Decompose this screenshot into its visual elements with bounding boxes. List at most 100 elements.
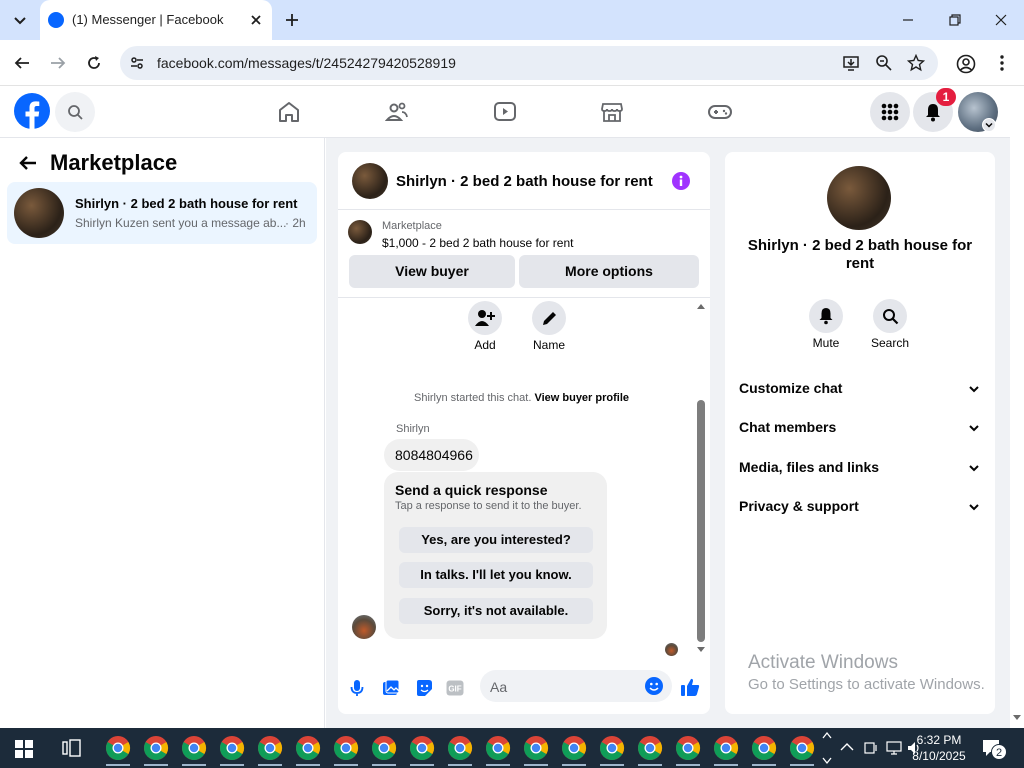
info-icon[interactable] xyxy=(672,172,690,190)
new-tab-button[interactable] xyxy=(283,11,301,29)
taskbar-chrome-window-icon[interactable] xyxy=(484,734,512,766)
media-files-links-section[interactable]: Media, files and links xyxy=(739,459,981,479)
taskbar-chrome-window-icon[interactable] xyxy=(142,734,170,766)
chat-members-section[interactable]: Chat members xyxy=(739,419,981,439)
mute-button[interactable] xyxy=(809,299,843,333)
minimize-icon[interactable] xyxy=(900,12,916,28)
back-arrow-icon[interactable] xyxy=(18,154,38,172)
info-avatar[interactable] xyxy=(827,166,891,230)
message-input[interactable]: Aa xyxy=(480,670,672,702)
sender-avatar[interactable] xyxy=(352,615,376,639)
forward-icon[interactable] xyxy=(49,54,67,72)
notification-center-badge: 2 xyxy=(991,744,1007,760)
taskbar-chrome-window-icon[interactable] xyxy=(446,734,474,766)
restore-icon[interactable] xyxy=(947,12,963,28)
privacy-support-section[interactable]: Privacy & support xyxy=(739,498,981,518)
running-indicator xyxy=(334,764,358,766)
listing-thumbnail[interactable] xyxy=(348,220,372,244)
windows-start-icon[interactable] xyxy=(15,740,33,758)
bookmark-star-icon[interactable] xyxy=(907,54,925,72)
add-person-button[interactable] xyxy=(468,301,502,335)
tab-messenger[interactable]: (1) Messenger | Facebook xyxy=(40,0,272,40)
profile-icon[interactable] xyxy=(956,54,976,74)
taskbar-chrome-window-icon[interactable] xyxy=(674,734,702,766)
back-icon[interactable] xyxy=(13,54,31,72)
chat-scrollbar-thumb[interactable] xyxy=(697,400,705,642)
taskbar-chrome-window-icon[interactable] xyxy=(104,734,132,766)
running-indicator xyxy=(410,764,434,766)
network-icon[interactable] xyxy=(886,740,902,756)
taskbar-chrome-window-icon[interactable] xyxy=(218,734,246,766)
marketplace-icon[interactable] xyxy=(600,100,624,124)
chat-avatar[interactable] xyxy=(352,163,388,199)
listing-price[interactable]: $1,000 - 2 bed 2 bath house for rent xyxy=(382,236,573,250)
scroll-down-icon[interactable] xyxy=(697,646,705,654)
message-text: 8084804966 xyxy=(395,447,473,463)
customize-chat-section[interactable]: Customize chat xyxy=(739,380,981,400)
message-bubble[interactable]: 8084804966 xyxy=(384,439,479,471)
edit-name-button[interactable] xyxy=(532,301,566,335)
listing-label: Marketplace xyxy=(382,220,442,232)
taskbar-chrome-window-icon[interactable] xyxy=(712,734,740,766)
taskbar-chrome-window-icon[interactable] xyxy=(522,734,550,766)
page-scroll-down-icon[interactable] xyxy=(1012,714,1022,722)
gif-icon[interactable]: GIF xyxy=(446,680,464,696)
conversation-item[interactable]: Shirlyn · 2 bed 2 bath house for rent Sh… xyxy=(7,182,317,244)
taskbar-chrome-window-icon[interactable] xyxy=(256,734,284,766)
address-bar[interactable]: facebook.com/messages/t/2452427942052891… xyxy=(120,46,938,80)
chrome-menu-icon[interactable] xyxy=(994,53,1010,73)
taskbar-chrome-window-icon[interactable] xyxy=(180,734,208,766)
taskbar-chrome-window-icon[interactable] xyxy=(750,734,778,766)
taskbar-scroll-icon[interactable] xyxy=(822,731,832,765)
taskbar-chrome-window-icon[interactable] xyxy=(408,734,436,766)
tray-device-icon[interactable] xyxy=(864,740,878,756)
taskbar-clock[interactable]: 6:32 PM 8/10/2025 xyxy=(904,732,974,764)
like-icon[interactable] xyxy=(680,677,700,697)
tab-close-icon[interactable] xyxy=(248,12,264,28)
running-indicator xyxy=(106,764,130,766)
taskbar-chrome-window-icon[interactable] xyxy=(560,734,588,766)
gaming-icon[interactable] xyxy=(707,100,733,124)
quick-reply-in-talks-button[interactable]: In talks. I'll let you know. xyxy=(399,562,593,588)
view-buyer-button[interactable]: View buyer xyxy=(349,255,515,288)
taskbar-chrome-window-icon[interactable] xyxy=(636,734,664,766)
conversation-list-panel: Marketplace Shirlyn · 2 bed 2 bath house… xyxy=(0,138,325,728)
search-button[interactable] xyxy=(55,92,95,132)
microphone-icon[interactable] xyxy=(350,679,364,697)
taskbar-chrome-window-icon[interactable] xyxy=(332,734,360,766)
taskbar-chrome-window-icon[interactable] xyxy=(598,734,626,766)
url-text: facebook.com/messages/t/2452427942052891… xyxy=(157,55,456,71)
quick-reply-not-available-button[interactable]: Sorry, it's not available. xyxy=(399,598,593,624)
search-conversation-button[interactable] xyxy=(873,299,907,333)
reload-icon[interactable] xyxy=(85,54,103,72)
task-view-icon[interactable] xyxy=(62,739,82,757)
facebook-logo-icon[interactable] xyxy=(14,93,50,129)
menu-button[interactable] xyxy=(870,92,910,132)
install-app-icon[interactable] xyxy=(842,54,860,72)
taskbar-chrome-window-icon[interactable] xyxy=(788,734,816,766)
page-title: Marketplace xyxy=(50,150,178,175)
friends-icon[interactable] xyxy=(385,100,409,124)
account-chevron-icon[interactable] xyxy=(982,118,996,132)
taskbar-chrome-window-icon[interactable] xyxy=(370,734,398,766)
video-icon[interactable] xyxy=(493,100,517,124)
more-options-button[interactable]: More options xyxy=(519,255,699,288)
scroll-up-icon[interactable] xyxy=(697,302,705,310)
site-info-icon[interactable] xyxy=(129,55,145,71)
running-indicator xyxy=(524,764,548,766)
hidden-icons-chevron-icon[interactable] xyxy=(840,742,854,752)
taskbar-chrome-window-icon[interactable] xyxy=(294,734,322,766)
tab-search-button[interactable] xyxy=(10,10,30,30)
home-icon[interactable] xyxy=(277,100,301,124)
quick-reply-yes-button[interactable]: Yes, are you interested? xyxy=(399,527,593,553)
zoom-icon[interactable] xyxy=(875,54,893,72)
view-buyer-profile-link[interactable]: View buyer profile xyxy=(534,392,629,404)
running-indicator xyxy=(600,764,624,766)
photo-icon[interactable] xyxy=(382,679,400,697)
close-window-icon[interactable] xyxy=(993,12,1009,28)
chat-header: Shirlyn · 2 bed 2 bath house for rent xyxy=(338,152,710,210)
sticker-icon[interactable] xyxy=(415,679,433,697)
emoji-icon[interactable] xyxy=(645,677,663,695)
info-title: Shirlyn · 2 bed 2 bath house for rent xyxy=(747,237,973,272)
chat-title[interactable]: Shirlyn · 2 bed 2 bath house for rent xyxy=(396,173,653,190)
